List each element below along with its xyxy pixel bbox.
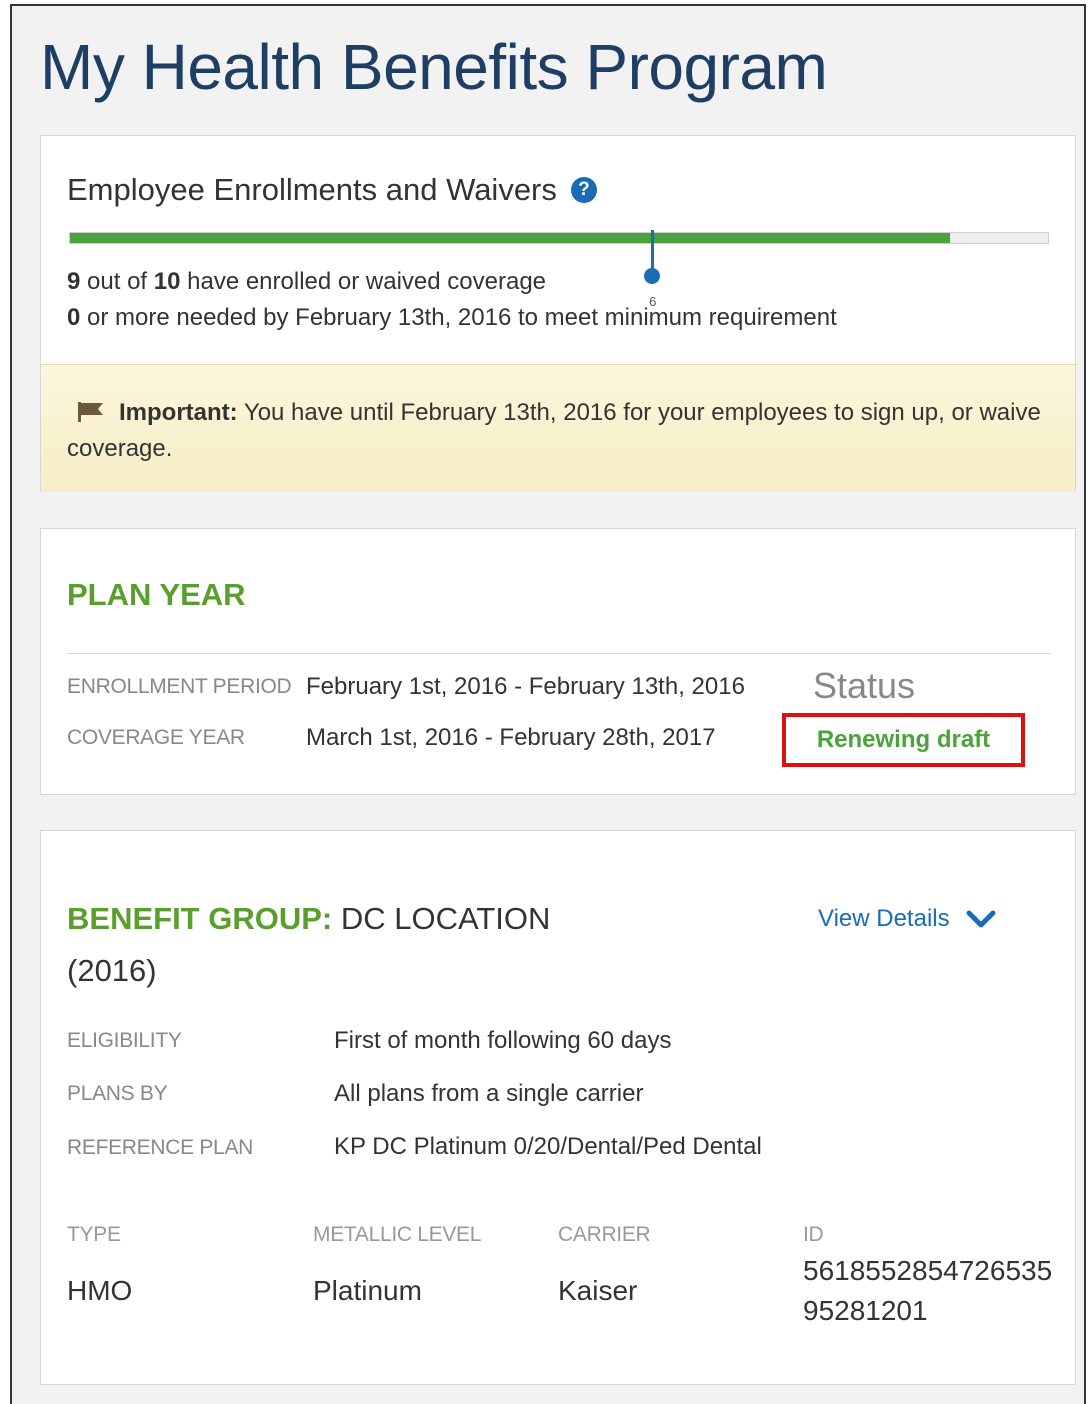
eligibility-label: ELIGIBILITY [67, 1029, 182, 1052]
enrolled-text-2: have enrolled or waived coverage [187, 268, 547, 295]
help-icon[interactable]: ? [570, 177, 597, 203]
enrollment-period-value: February 1st, 2016 - February 13th, 2016 [306, 673, 745, 700]
carrier-label: CARRIER [558, 1223, 651, 1246]
carrier-value: Kaiser [558, 1275, 638, 1306]
view-details-link[interactable]: View Details [818, 905, 996, 933]
type-value: HMO [67, 1275, 133, 1306]
enrollment-card: Employee Enrollments and Waivers ? 6 9 o… [40, 135, 1076, 492]
plan-year-card: PLAN YEAR ENROLLMENT PERIOD February 1st… [40, 528, 1076, 795]
eligibility-value: First of month following 60 days [334, 1027, 672, 1054]
coverage-year-label: COVERAGE YEAR [67, 726, 245, 749]
needed-summary: 0 or more needed by February 13th, 2016 … [67, 304, 837, 332]
enrolled-count: 9 [67, 268, 81, 295]
plan-year-divider [67, 653, 1051, 654]
minimum-requirement-dot [644, 268, 661, 284]
notice-strong: Important: [119, 399, 238, 426]
id-value: 561855285472653595281201 [803, 1255, 1053, 1326]
enrolled-summary: 9 out of 10 have enrolled or waived cove… [67, 268, 546, 296]
reference-plan-label: REFERENCE PLAN [67, 1136, 254, 1159]
enrollment-title: Employee Enrollments and Waivers [67, 172, 557, 207]
minimum-requirement-marker [651, 230, 655, 272]
status-label: Status [813, 665, 916, 706]
needed-text: or more needed by February 13th, 2016 to… [87, 304, 837, 331]
metallic-level-value: Platinum [313, 1275, 422, 1306]
enrollment-title-row: Employee Enrollments and Waivers ? [67, 172, 597, 208]
enrolled-text-1: out of [87, 268, 148, 295]
reference-plan-value: KP DC Platinum 0/20/Dental/Ped Dental [334, 1133, 762, 1160]
id-label: ID [803, 1223, 824, 1246]
page-title: My Health Benefits Program [40, 31, 828, 103]
plans-by-value: All plans from a single carrier [334, 1080, 644, 1107]
type-label: TYPE [67, 1223, 121, 1246]
plan-year-heading: PLAN YEAR [67, 577, 246, 612]
important-notice: Important: You have until February 13th,… [41, 364, 1075, 492]
enrollment-progress-fill [70, 233, 951, 243]
status-highlight: Renewing draft [782, 713, 1025, 767]
view-details-label: View Details [818, 905, 950, 932]
plans-by-label: PLANS BY [67, 1082, 168, 1105]
total-count: 10 [153, 268, 181, 295]
benefit-group-card: BENEFIT GROUP: DC LOCATION (2016) View D… [40, 830, 1076, 1385]
enrollment-progress-bar [69, 232, 1049, 244]
metallic-level-label: METALLIC LEVEL [313, 1223, 482, 1246]
needed-count: 0 [67, 304, 81, 331]
coverage-year-value: March 1st, 2016 - February 28th, 2017 [306, 724, 716, 751]
flag-icon [78, 402, 103, 422]
benefit-group-heading: BENEFIT GROUP: [67, 901, 333, 936]
benefit-group-title: BENEFIT GROUP: DC LOCATION (2016) [67, 893, 567, 997]
enrollment-period-label: ENROLLMENT PERIOD [67, 675, 292, 698]
notice-text-block: Important: You have until February 13th,… [67, 395, 1047, 467]
chevron-down-icon [966, 910, 996, 928]
status-badge: Renewing draft [816, 726, 991, 753]
